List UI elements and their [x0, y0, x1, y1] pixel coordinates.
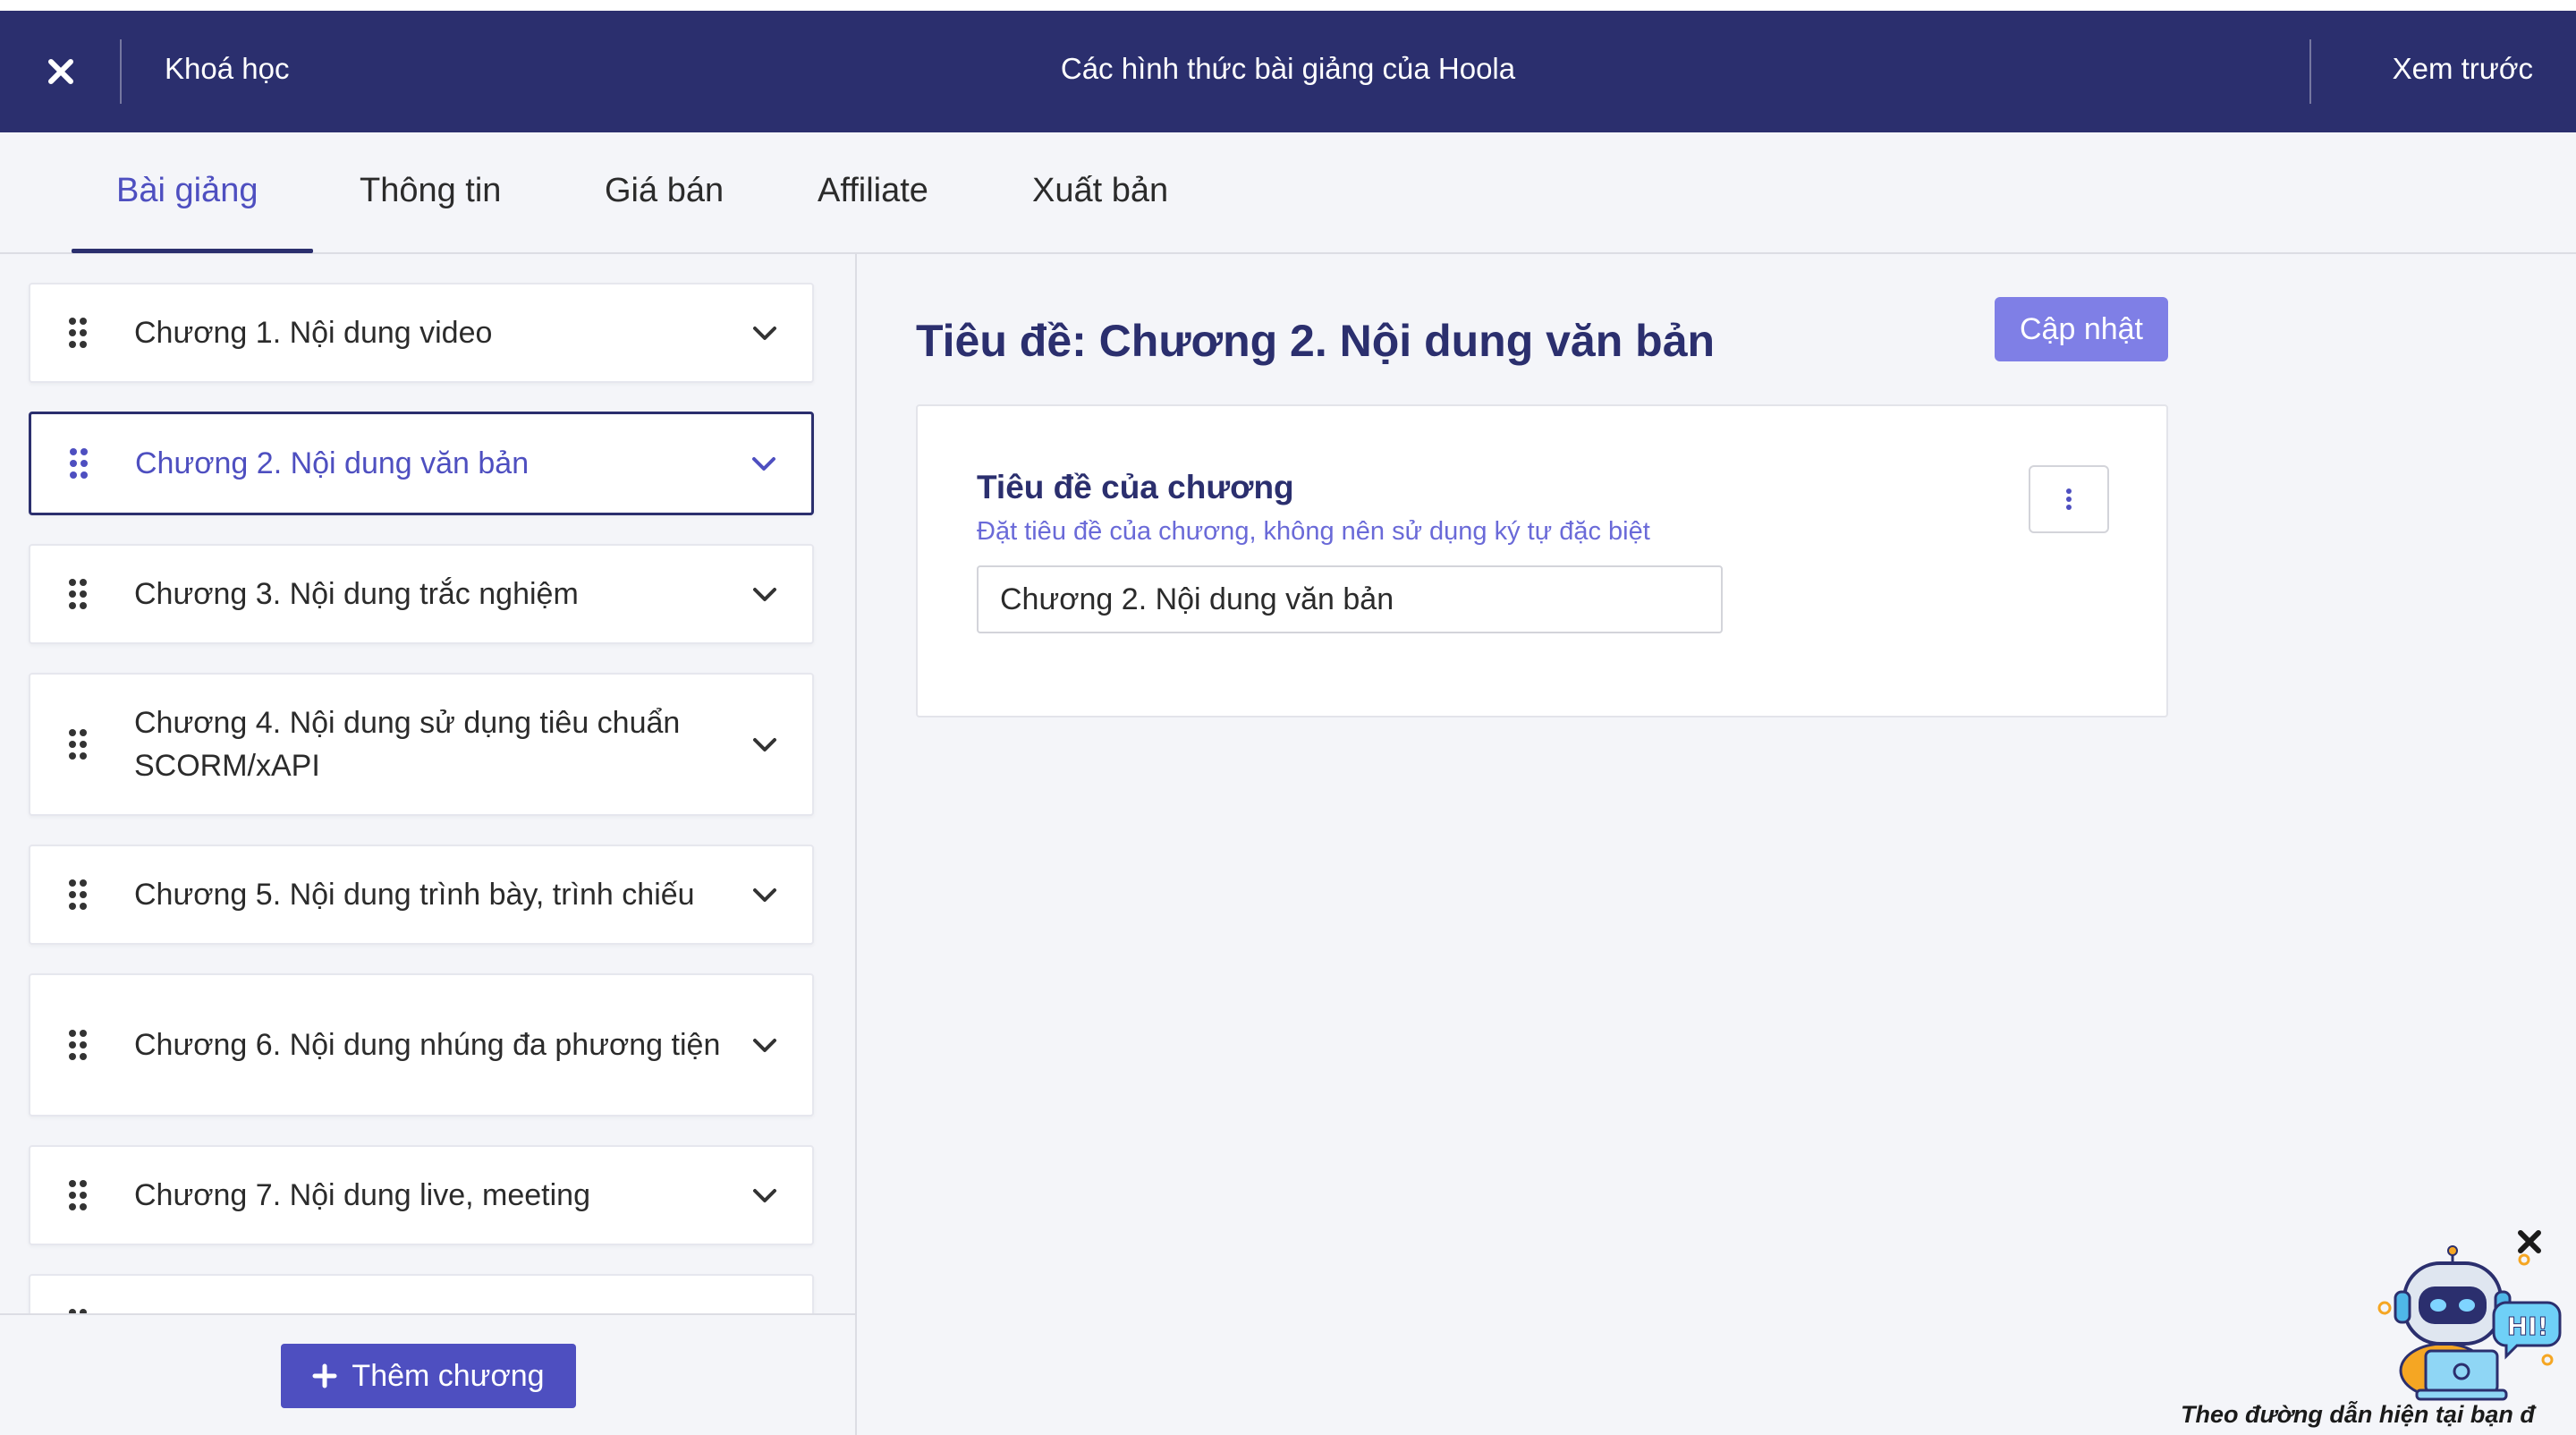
chapter-item[interactable]: Chương 1. Nội dung video — [29, 283, 814, 383]
chapter-label: Chương 7. Nội dung live, meeting — [134, 1178, 590, 1212]
app-header: Khoá học Các hình thức bài giảng của Hoo… — [0, 11, 2576, 132]
back-to-courses-link[interactable]: Khoá học — [165, 52, 289, 86]
course-title: Các hình thức bài giảng của Hoola — [1060, 52, 1516, 85]
more-vertical-icon — [2066, 488, 2072, 510]
tab-publish[interactable]: Xuất bản — [1032, 172, 1168, 210]
page-title: Tiêu đề: Chương 2. Nội dung văn bản — [916, 316, 1716, 366]
chevron-down-icon[interactable] — [749, 448, 779, 479]
preview-button[interactable]: Xem trước — [2393, 52, 2533, 86]
chapter-label: Chương 4. Nội dung sử dụng tiêu chuẩn SC… — [134, 706, 681, 783]
drag-handle-icon[interactable] — [68, 1029, 88, 1061]
chapter-title-input[interactable] — [977, 565, 1723, 633]
chapter-item[interactable]: Chương 7. Nội dung live, meeting — [29, 1145, 814, 1245]
drag-handle-icon[interactable] — [68, 728, 88, 760]
drag-handle-icon[interactable] — [68, 578, 88, 610]
chatbot-bubble-text: HI! — [2507, 1312, 2549, 1341]
tab-pricing[interactable]: Giá bán — [605, 172, 724, 210]
chevron-down-icon[interactable] — [750, 729, 780, 760]
chevron-down-icon[interactable] — [750, 879, 780, 910]
close-button[interactable] — [36, 47, 86, 97]
chevron-down-icon[interactable] — [750, 318, 780, 348]
chapter-item[interactable]: Chương 3. Nội dung trắc nghiệm — [29, 544, 814, 644]
drag-handle-icon[interactable] — [69, 447, 89, 480]
sidebar-footer: Thêm chương — [0, 1313, 855, 1435]
field-title: Tiêu đề của chương — [977, 469, 1294, 505]
tab-lectures[interactable]: Bài giảng — [116, 172, 258, 210]
update-button[interactable]: Cập nhật — [1995, 297, 2168, 361]
field-hint: Đặt tiêu đề của chương, không nên sử dụn… — [977, 517, 1650, 546]
chevron-down-icon[interactable] — [750, 1180, 780, 1210]
tab-affiliate[interactable]: Affiliate — [818, 172, 928, 210]
chapter-sidebar: Chương 1. Nội dung video Chương 2. Nội d… — [0, 254, 857, 1435]
chapter-label: Chương 2. Nội dung văn bản — [135, 446, 530, 480]
drag-handle-icon[interactable] — [68, 1179, 88, 1211]
header-divider — [120, 39, 122, 104]
plus-icon — [312, 1363, 337, 1388]
chevron-down-icon[interactable] — [750, 1030, 780, 1060]
chapter-label: Chương 5. Nội dung trình bày, trình chiế… — [134, 878, 695, 912]
chevron-down-icon[interactable] — [750, 579, 780, 609]
chapter-label: Chương 1. Nội dung video — [134, 316, 493, 350]
tab-bar: Bài giảng Thông tin Giá bán Affiliate Xu… — [0, 132, 2576, 254]
chapter-label: Chương 3. Nội dung trắc nghiệm — [134, 577, 579, 611]
tab-info[interactable]: Thông tin — [360, 172, 501, 210]
add-chapter-button[interactable]: Thêm chương — [281, 1344, 576, 1408]
more-options-button[interactable] — [2029, 465, 2109, 533]
header-divider — [2309, 39, 2311, 104]
chapter-settings-card: Tiêu đề của chương Đặt tiêu đề của chươn… — [916, 404, 2168, 718]
chapter-item[interactable]: Chương 4. Nội dung sử dụng tiêu chuẩn SC… — [29, 673, 814, 816]
chapter-item[interactable]: Chương 6. Nội dung nhúng đa phương tiện — [29, 973, 814, 1117]
chatbot-mascot-icon[interactable]: HI! — [2372, 1245, 2565, 1406]
add-chapter-label: Thêm chương — [352, 1358, 545, 1393]
drag-handle-icon[interactable] — [68, 879, 88, 911]
chatbot-caption: Theo đường dẫn hiện tại bạn đ — [2181, 1401, 2535, 1428]
chapter-item[interactable]: Chương 5. Nội dung trình bày, trình chiế… — [29, 845, 814, 945]
chapter-label: Chương 6. Nội dung nhúng đa phương tiện — [134, 1028, 721, 1062]
chapter-item-active[interactable]: Chương 2. Nội dung văn bản — [29, 412, 814, 515]
top-strip — [0, 0, 2576, 11]
active-tab-indicator — [72, 249, 313, 253]
drag-handle-icon[interactable] — [68, 317, 88, 349]
close-icon — [48, 59, 73, 84]
